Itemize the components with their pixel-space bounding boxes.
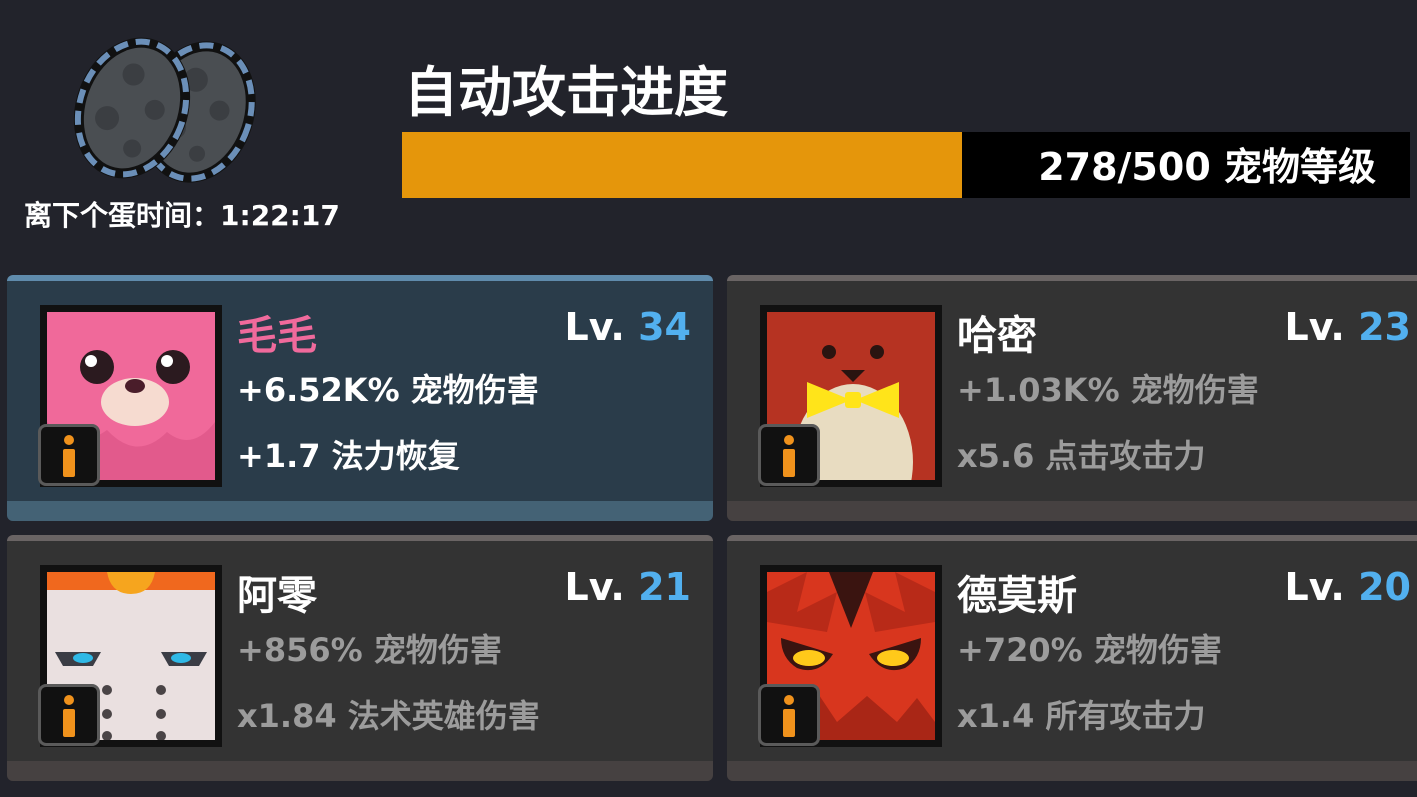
level-number: 20 [1358,565,1411,609]
pet-stat-primary: +6.52K% 宠物伤害 [237,371,539,409]
info-icon [63,435,75,477]
pet-stat-primary: +1.03K% 宠物伤害 [957,371,1259,409]
pet-stat-primary: +720% 宠物伤害 [957,631,1222,669]
egg-timer-value: 1:22:17 [220,199,340,232]
auto-attack-progress-title: 自动攻击进度 [404,61,728,124]
pet-stat-secondary: x1.4 所有攻击力 [957,697,1206,735]
info-button[interactable] [758,684,820,746]
auto-attack-progress-bar: 278/500 宠物等级 [402,132,1410,198]
egg-timer: 离下个蛋时间：1:22:17 [24,194,340,234]
level-prefix: Lv. [1284,305,1345,349]
level-prefix: Lv. [1284,565,1345,609]
pet-stat-secondary: x1.84 法术英雄伤害 [237,697,540,735]
info-button[interactable] [758,424,820,486]
pet-name: 阿零 [237,573,317,619]
pet-level: Lv. 20 [1285,565,1411,609]
pet-card[interactable]: 哈密 Lv. 23 +1.03K% 宠物伤害 x5.6 点击攻击力 [727,275,1417,521]
pet-name: 哈密 [957,313,1037,359]
pet-name: 毛毛 [237,313,317,359]
pet-card[interactable]: 毛毛 Lv. 34 +6.52K% 宠物伤害 +1.7 法力恢复 [7,275,713,521]
level-number: 23 [1358,305,1411,349]
pet-level: Lv. 23 [1285,305,1411,349]
pet-level: Lv. 21 [565,565,691,609]
pet-stat-primary: +856% 宠物伤害 [237,631,502,669]
level-number: 21 [638,565,691,609]
pet-screen: 离下个蛋时间：1:22:17 自动攻击进度 278/500 宠物等级 毛毛 Lv… [0,0,1417,797]
pet-name: 德莫斯 [957,573,1077,619]
pet-card[interactable]: 德莫斯 Lv. 20 +720% 宠物伤害 x1.4 所有攻击力 [727,535,1417,781]
pet-stat-secondary: +1.7 法力恢复 [237,437,460,475]
info-button[interactable] [38,684,100,746]
pet-card[interactable]: 阿零 Lv. 21 +856% 宠物伤害 x1.84 法术英雄伤害 [7,535,713,781]
info-icon [783,435,795,477]
level-number: 34 [638,305,691,349]
egg-pair-icon[interactable] [70,28,330,188]
progress-text: 278/500 宠物等级 [1038,145,1376,189]
progress-bar-fill [402,132,963,198]
info-button[interactable] [38,424,100,486]
pet-level: Lv. 34 [565,305,691,349]
info-icon [63,695,75,737]
egg-timer-label: 离下个蛋时间： [24,199,221,232]
level-prefix: Lv. [564,565,625,609]
pet-stat-secondary: x5.6 点击攻击力 [957,437,1206,475]
info-icon [783,695,795,737]
level-prefix: Lv. [564,305,625,349]
